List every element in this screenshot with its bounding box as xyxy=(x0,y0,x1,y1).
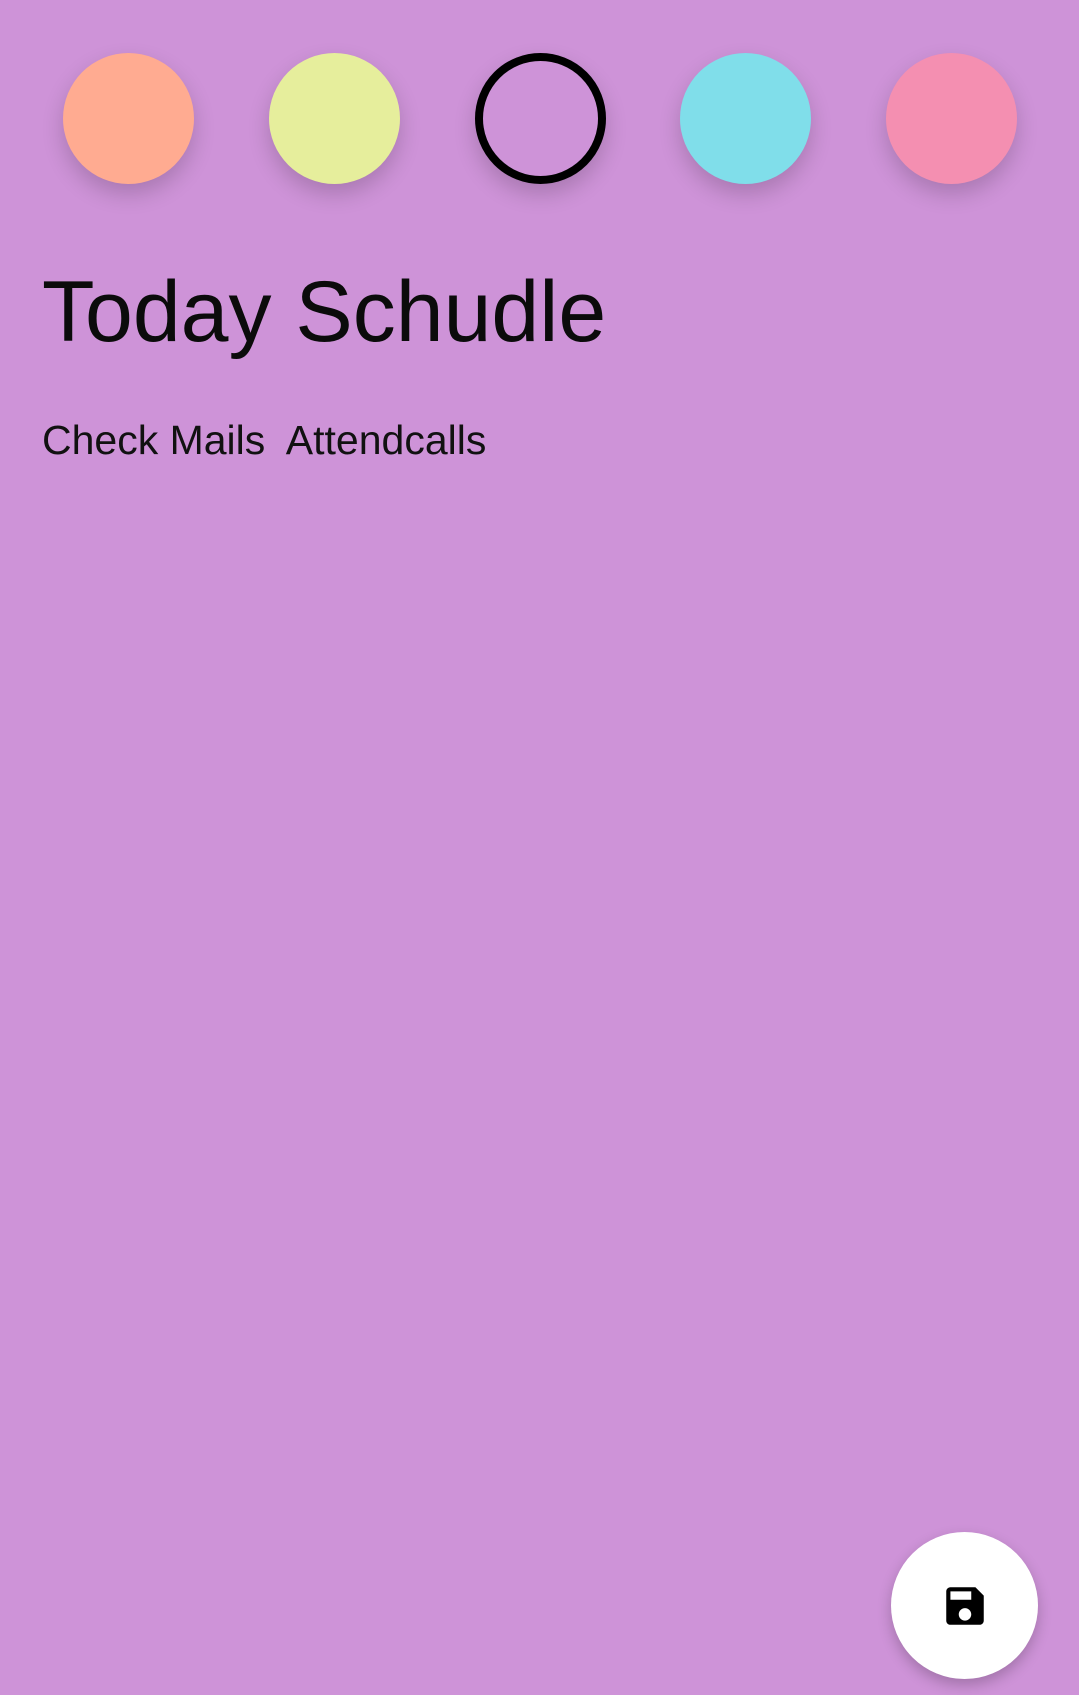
color-swatch-cyan[interactable] xyxy=(680,53,811,184)
color-swatch-lime[interactable] xyxy=(269,53,400,184)
color-swatch-peach[interactable] xyxy=(63,53,194,184)
color-swatch-pink[interactable] xyxy=(886,53,1017,184)
color-swatch-purple[interactable] xyxy=(475,53,606,184)
save-icon xyxy=(945,1586,984,1625)
note-editor-screen: Today Schudle Check Mails Attendcalls xyxy=(0,0,1079,1695)
note-body-field[interactable]: Check Mails Attendcalls xyxy=(42,414,1032,466)
note-title-field[interactable]: Today Schudle xyxy=(42,262,1032,362)
color-picker xyxy=(0,0,1079,240)
save-button[interactable] xyxy=(891,1532,1038,1679)
